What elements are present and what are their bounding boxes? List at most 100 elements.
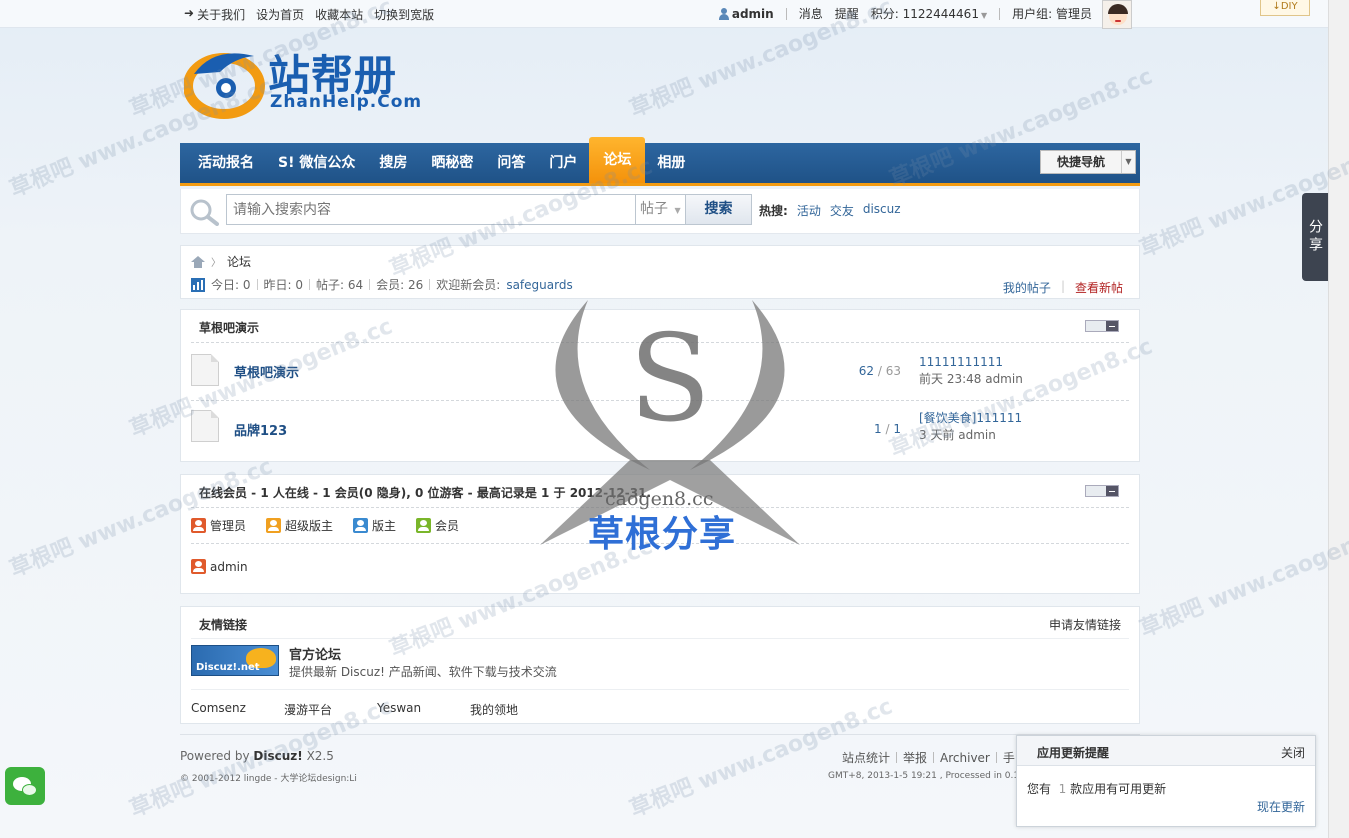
username-text: admin [731, 6, 774, 21]
breadcrumb-separator: 〉 [211, 258, 221, 269]
hot-link-discuz[interactable]: discuz [863, 202, 901, 219]
admin-user-icon [191, 559, 206, 574]
nav-item-forum[interactable]: 论坛 [589, 137, 646, 183]
top-links: ➜ 关于我们 设为首页 收藏本站 切换到宽版 [184, 6, 434, 23]
forum-name-link[interactable]: 品牌123 [234, 420, 287, 439]
bookmark-link[interactable]: 收藏本站 [315, 6, 363, 23]
usergroup-link[interactable]: 用户组: 管理员 [1012, 5, 1092, 22]
breadcrumb: 〉 论坛 [191, 253, 251, 270]
last-post-link[interactable]: 11111111111 [919, 354, 1023, 371]
online-members-title[interactable]: 在线会员 - 1 人在线 - 1 会员(0 隐身), 0 位游客 - 最高记录是… [199, 484, 651, 501]
friend-links-title: 友情链接 [199, 618, 248, 632]
friend-links-panel: 友情链接 申请友情链接 Discuz!.net 官方论坛 提供最新 Discuz… [180, 606, 1140, 724]
arrow-icon: ➜ [184, 6, 195, 20]
thread-count: 1 [874, 422, 882, 436]
stat-welcome: 欢迎新会员: [436, 278, 501, 292]
search-type-select[interactable]: 帖子 ▼ [636, 194, 686, 225]
minus-icon [1106, 321, 1118, 331]
forum-group-title[interactable]: 草根吧演示 [199, 319, 259, 336]
divider [191, 638, 1129, 639]
link-roaming[interactable]: 漫游平台 [284, 701, 377, 718]
divider [995, 752, 997, 763]
breadcrumb-current[interactable]: 论坛 [227, 253, 251, 270]
forum-doc-icon [191, 354, 219, 386]
legend-member: 会员 [416, 517, 459, 534]
nav-item-secrets[interactable]: 晒秘密 [419, 143, 485, 183]
collapse-button[interactable] [1085, 320, 1119, 332]
search-input[interactable] [226, 194, 636, 225]
online-user[interactable]: admin [191, 559, 248, 574]
member-legend: 管理员 超级版主 版主 会员 [191, 517, 459, 534]
view-new-posts-link[interactable]: 查看新帖 [1075, 279, 1123, 296]
link-comsenz[interactable]: Comsenz [191, 701, 284, 718]
minus-icon [1106, 486, 1118, 496]
nav-item-qa[interactable]: 问答 [485, 143, 537, 183]
report-link[interactable]: 举报 [903, 749, 927, 766]
forum-last-post: 11111111111 前天 23:48 admin [919, 354, 1023, 388]
search-button[interactable]: 搜索 [686, 194, 752, 225]
scrollbar[interactable] [1328, 0, 1349, 838]
reminders-link[interactable]: 提醒 [835, 5, 859, 22]
home-icon[interactable] [191, 255, 205, 268]
super-moderator-icon [266, 518, 282, 533]
notice-close-button[interactable]: 关闭 [1281, 744, 1305, 761]
online-username: admin [210, 559, 248, 574]
archiver-link[interactable]: Archiver [940, 751, 990, 765]
divider [191, 342, 1129, 343]
chevron-down-icon: ▼ [1121, 151, 1135, 173]
last-post-link[interactable]: [餐饮美食]111111 [919, 410, 1022, 427]
discuz-logo[interactable]: Discuz!.net [191, 645, 279, 676]
widescreen-link[interactable]: 切换到宽版 [374, 6, 434, 23]
mobile-link[interactable]: 手 [1003, 749, 1015, 766]
share-tab[interactable]: 分享 [1302, 193, 1328, 281]
featured-link-title[interactable]: 官方论坛 [289, 644, 341, 663]
nav-item-activity[interactable]: 活动报名 [186, 143, 266, 183]
search-bar: 帖子 ▼ 搜索 热搜: 活动 交友 discuz [180, 189, 1140, 234]
notice-body: 您有 1 款应用有可用更新 [1027, 782, 1167, 796]
link-territory[interactable]: 我的领地 [470, 701, 563, 718]
hot-link-dating[interactable]: 交友 [830, 202, 854, 219]
forum-last-post: [餐饮美食]111111 3 天前 admin [919, 410, 1022, 444]
nav-item-house[interactable]: 搜房 [367, 143, 419, 183]
site-stats-link[interactable]: 站点统计 [842, 749, 890, 766]
stat-yesterday: 昨日: 0 [263, 278, 304, 292]
bar-chart-icon [191, 277, 205, 292]
nav-item-portal[interactable]: 门户 [537, 143, 589, 183]
credits-link[interactable]: 积分: 1122444461 ▼ [871, 5, 987, 22]
my-posts-link[interactable]: 我的帖子 [1003, 279, 1051, 296]
legend-super-moderator: 超级版主 [266, 517, 333, 534]
update-now-link[interactable]: 现在更新 [1257, 798, 1305, 815]
username-link[interactable]: admin [718, 6, 774, 21]
logo-en-text: ZhanHelp.Com [270, 92, 423, 112]
apply-link-button[interactable]: 申请友情链接 [1049, 616, 1121, 633]
wechat-icon[interactable] [5, 767, 45, 805]
collapse-button[interactable] [1085, 485, 1119, 497]
search-icon [190, 199, 219, 226]
set-homepage-link[interactable]: 设为首页 [256, 6, 304, 23]
link-yeswan[interactable]: Yeswan [377, 701, 470, 718]
site-logo[interactable]: 站帮册 ZhanHelp.Com [184, 40, 444, 120]
nav-items: 活动报名 S! 微信公众 搜房 晒秘密 问答 门户 论坛 相册 [186, 137, 697, 183]
nav-item-album[interactable]: 相册 [645, 143, 697, 183]
forum-name-link[interactable]: 草根吧演示 [234, 362, 299, 381]
discuz-link[interactable]: Discuz! [253, 749, 302, 763]
divider [191, 689, 1129, 690]
quick-nav-button[interactable]: 快捷导航 ▼ [1040, 150, 1136, 174]
divider [191, 543, 1129, 544]
logo-mark-icon [184, 53, 265, 119]
search-type-label: 帖子 [640, 201, 668, 217]
admin-user-icon [191, 518, 206, 533]
nav-item-wechat[interactable]: S! 微信公众 [266, 143, 367, 183]
post-links: 我的帖子 | 查看新帖 [1003, 279, 1123, 296]
hot-link-activity[interactable]: 活动 [797, 202, 821, 219]
stat-today: 今日: 0 [211, 278, 251, 292]
update-count: 1 [1058, 782, 1067, 796]
newest-member-link[interactable]: safeguards [506, 278, 572, 292]
avatar[interactable] [1102, 0, 1132, 29]
credits-text: 积分: 1122444461 [870, 7, 979, 21]
divider [309, 279, 310, 290]
diy-button[interactable]: ↓DIY [1260, 0, 1310, 16]
featured-link-desc: 提供最新 Discuz! 产品新闻、软件下载与技术交流 [289, 665, 557, 679]
about-link[interactable]: 关于我们 [197, 6, 245, 23]
messages-link[interactable]: 消息 [799, 5, 823, 22]
